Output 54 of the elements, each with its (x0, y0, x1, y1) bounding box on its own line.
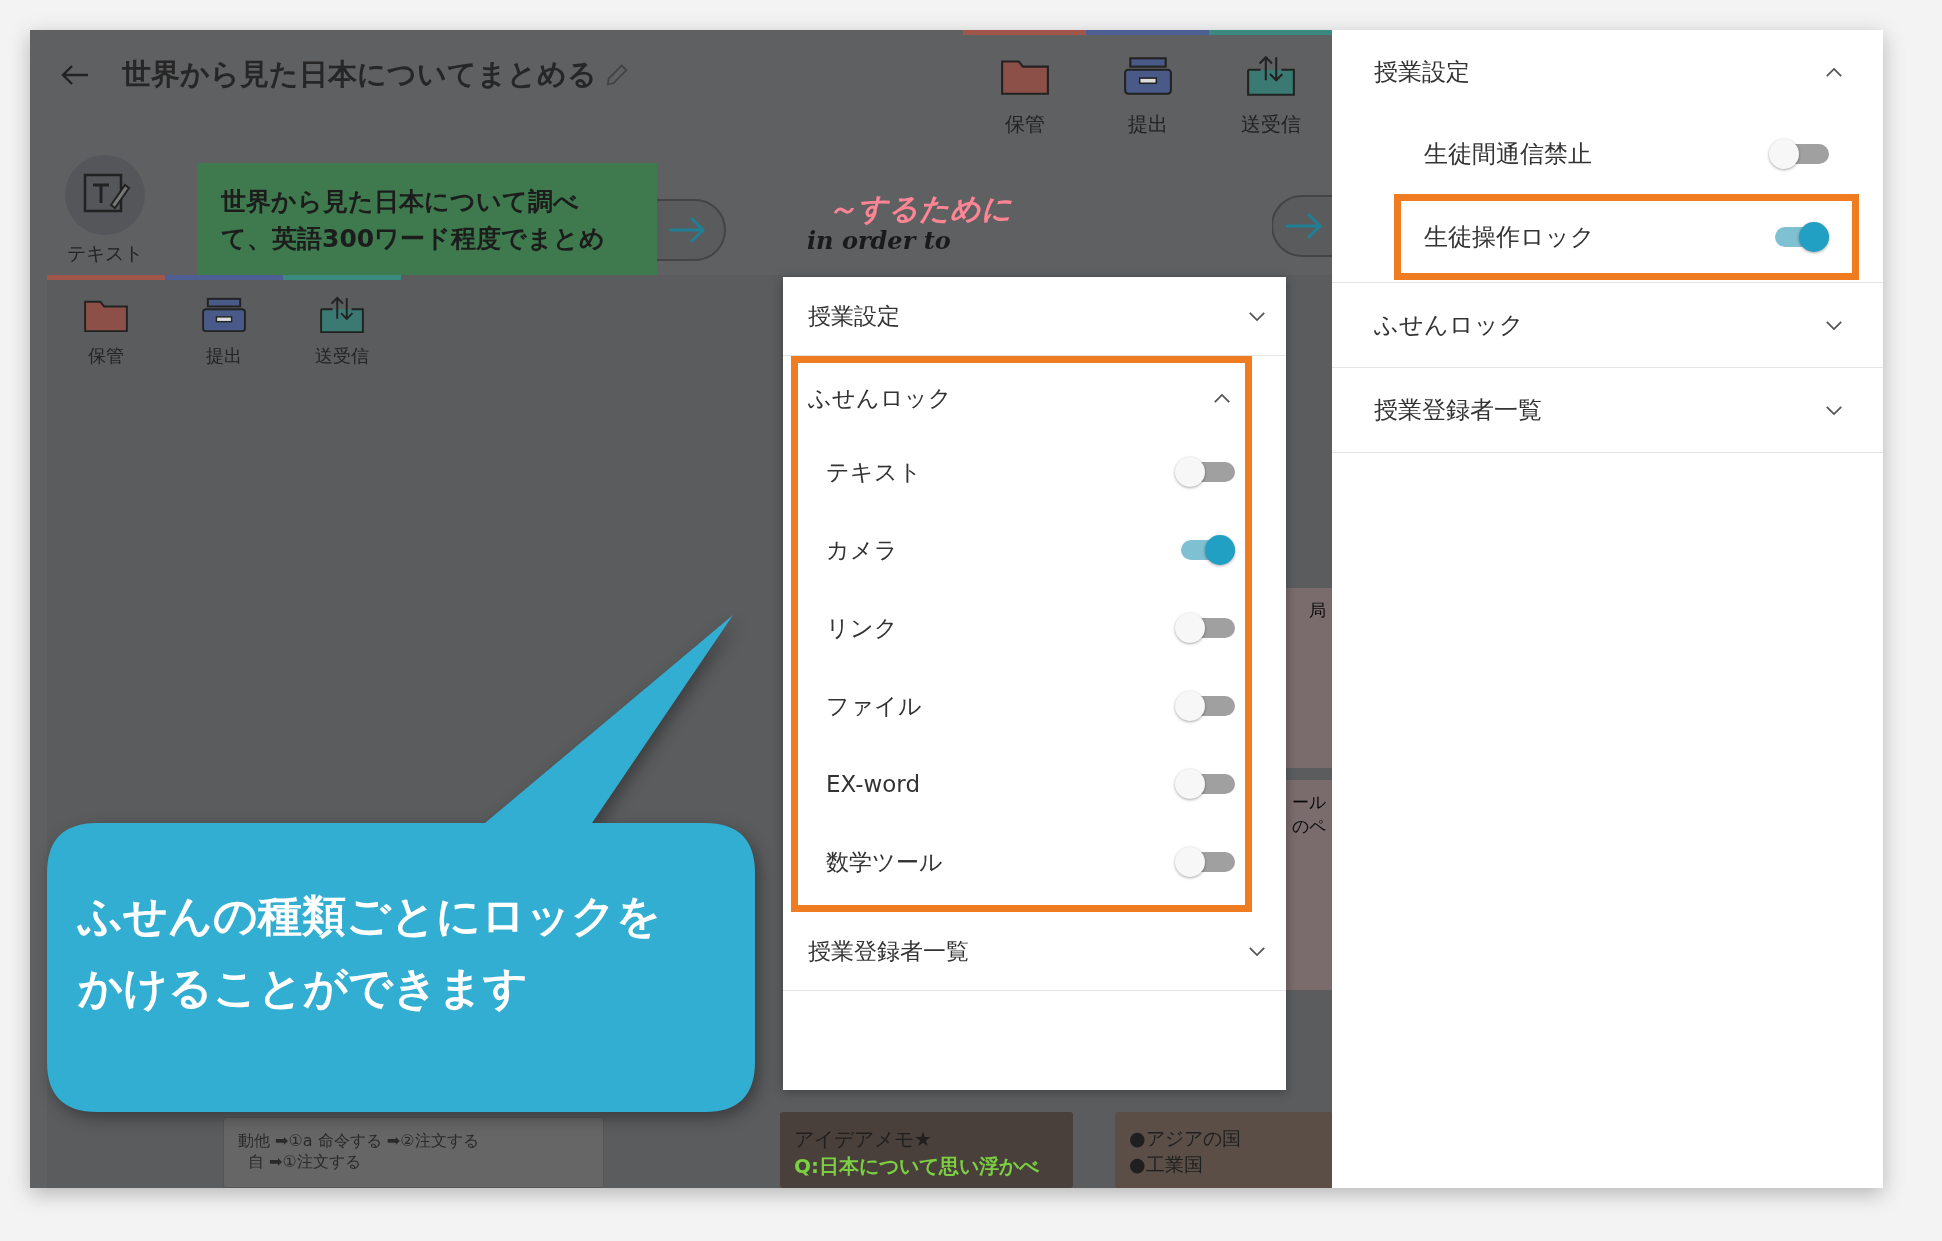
toggle-label: カメラ (826, 535, 898, 565)
toggle-label: リンク (826, 613, 898, 643)
toolbar-button[interactable]: 保管 (47, 275, 165, 385)
text-tool-button[interactable]: テキスト (40, 150, 170, 267)
section-header[interactable]: 授業登録者一覧 (1332, 368, 1883, 452)
transfer-icon (1244, 55, 1297, 97)
toggle-switch[interactable] (1175, 691, 1235, 721)
chevron-icon (1248, 310, 1266, 322)
toggle-switch[interactable] (1769, 139, 1829, 169)
toggle-label: テキスト (826, 457, 922, 487)
document-title: 世界から見た日本についてまとめる (122, 56, 597, 93)
note-text: 自 ➡①注文する (248, 1152, 362, 1173)
toolbar-button[interactable]: 提出 (165, 275, 283, 385)
callout-text: ふせんの種類ごとにロックを かけることができます (78, 890, 661, 1014)
section-header[interactable]: 授業設定 (1332, 30, 1883, 114)
chevron-icon (1825, 66, 1843, 78)
toggle-switch[interactable] (1175, 613, 1235, 643)
next-arrow-button[interactable] (1272, 194, 1332, 258)
chevron-icon (1213, 392, 1231, 404)
note-text: ●アジアの国 (1129, 1126, 1242, 1151)
handwriting-text: ～するために (827, 190, 1012, 228)
tray-icon (200, 296, 248, 334)
toolbar-button[interactable]: 提出 (1086, 30, 1209, 150)
next-arrow-button[interactable] (657, 198, 727, 262)
note-text: ール (1292, 791, 1326, 814)
section-header[interactable]: 授業登録者一覧 (783, 912, 1286, 990)
note-text: 動他 ➡①a 命令する ➡②注文する (238, 1131, 480, 1152)
toggle-label: 生徒間通信禁止 (1424, 139, 1592, 170)
toggle-label: EX-word (826, 771, 920, 797)
toggle-label: 生徒操作ロック (1424, 222, 1595, 253)
toggle-switch[interactable] (1175, 457, 1235, 487)
back-arrow-icon[interactable] (60, 63, 90, 87)
chevron-icon (1825, 404, 1843, 416)
chevron-icon (1248, 945, 1266, 957)
task-text: て、英語300ワード程度でまとめ (221, 223, 607, 255)
toolbar-button[interactable]: 送受信 (283, 275, 401, 385)
note-text: Q:日本について思い浮かべ (794, 1153, 1040, 1180)
text-tool-icon (65, 155, 145, 235)
transfer-icon (318, 296, 366, 334)
section-header[interactable]: ふせんロック (1332, 283, 1883, 367)
toggle-label: 数学ツール (826, 847, 943, 877)
toolbar-button[interactable]: 保管 (963, 30, 1086, 150)
section-header[interactable]: 授業設定 (783, 277, 1286, 355)
note-text: 局 (1309, 599, 1326, 622)
note-text: のペ (1292, 815, 1326, 838)
note-text: ●工業国 (1129, 1152, 1204, 1177)
section-header[interactable]: ふせんロック (798, 363, 1245, 433)
task-text: 世界から見た日本について調べ (221, 186, 580, 218)
chevron-icon (1825, 319, 1843, 331)
toggle-switch[interactable] (1175, 769, 1235, 799)
tray-icon (1121, 55, 1174, 97)
toggle-switch[interactable] (1175, 847, 1235, 877)
toggle-label: ファイル (826, 691, 922, 721)
handwriting-text: in order to (807, 228, 951, 254)
